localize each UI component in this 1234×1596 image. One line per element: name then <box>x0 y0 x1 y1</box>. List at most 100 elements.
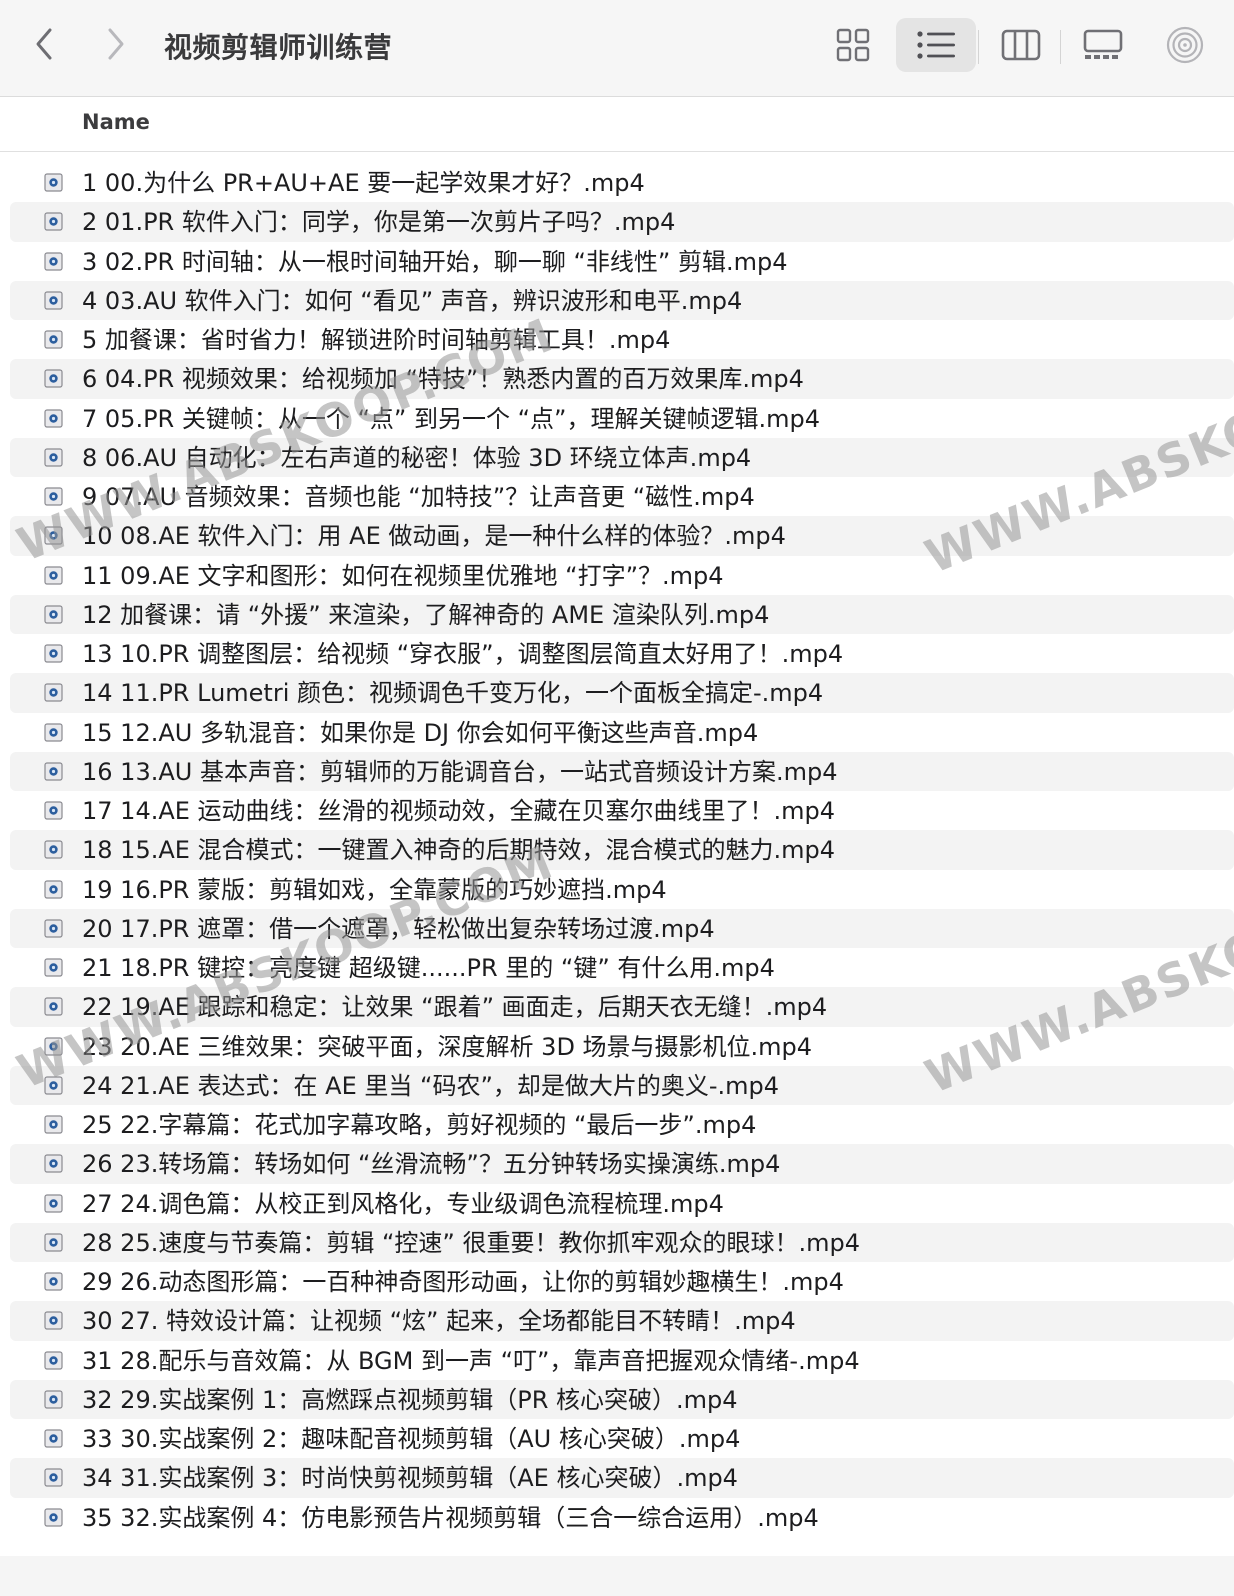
file-row[interactable]: 15 12.AU 多轨混音：如果你是 DJ 你会如何平衡这些声音.mp4 <box>10 713 1234 752</box>
file-row[interactable]: 26 23.转场篇：转场如何 “丝滑流畅”？五分钟转场实操演练.mp4 <box>10 1144 1234 1184</box>
file-row[interactable]: 18 15.AE 混合模式：一键置入神奇的后期特效，混合模式的魅力.mp4 <box>10 830 1234 870</box>
column-view-icon <box>1001 29 1041 61</box>
file-name: 34 31.实战案例 3：时尚快剪视频剪辑（AE 核心突破）.mp4 <box>82 1464 738 1493</box>
video-file-icon <box>44 1311 63 1330</box>
file-row[interactable]: 25 22.字幕篇：花式加字幕攻略，剪好视频的 “最后一步”.mp4 <box>10 1105 1234 1144</box>
file-row[interactable]: 34 31.实战案例 3：时尚快剪视频剪辑（AE 核心突破）.mp4 <box>10 1458 1234 1498</box>
file-row[interactable]: 14 11.PR Lumetri 颜色：视频调色千变万化，一个面板全搞定-.mp… <box>10 673 1234 713</box>
column-view-button[interactable] <box>986 18 1056 72</box>
file-row[interactable]: 32 29.实战案例 1：高燃踩点视频剪辑（PR 核心突破）.mp4 <box>10 1379 1234 1419</box>
file-row[interactable]: 9 07.AU 音频效果：音频也能 “加特技”？让声音更 “磁性.mp4 <box>10 477 1234 516</box>
file-name: 22 19.AE 跟踪和稳定：让效果 “跟着” 画面走，后期天衣无缝！.mp4 <box>82 993 828 1022</box>
video-file-icon <box>44 487 63 506</box>
video-file-icon <box>44 958 63 977</box>
file-name: 17 14.AE 运动曲线：丝滑的视频动效，全藏在贝塞尔曲线里了！.mp4 <box>82 797 836 825</box>
video-file-icon <box>44 408 63 428</box>
file-row[interactable]: 21 18.PR 键控：亮度键 超级键......PR 里的 “键” 有什么用.… <box>10 948 1234 987</box>
file-row[interactable]: 33 30.实战案例 2：趣味配音视频剪辑（AU 核心突破）.mp4 <box>10 1419 1234 1458</box>
file-name: 1 00.为什么 PR+AU+AE 要一起学效果才好？.mp4 <box>82 169 645 197</box>
video-file-icon <box>44 1036 63 1056</box>
file-row[interactable]: 17 14.AE 运动曲线：丝滑的视频动效，全藏在贝塞尔曲线里了！.mp4 <box>10 791 1234 830</box>
file-row[interactable]: 5 加餐课：省时省力！解锁进阶时间轴剪辑工具！.mp4 <box>10 320 1234 359</box>
video-file-icon <box>44 997 63 1016</box>
file-row[interactable]: 13 10.PR 调整图层：给视频 “穿衣服”，调整图层简直太好用了！.mp4 <box>10 634 1234 673</box>
file-row[interactable]: 28 25.速度与节奏篇：剪辑 “控速” 很重要！教你抓牢观众的眼球！.mp4 <box>10 1222 1234 1262</box>
toolbar-divider <box>978 30 979 64</box>
video-file-icon <box>44 919 63 938</box>
file-name: 21 18.PR 键控：亮度键 超级键......PR 里的 “键” 有什么用.… <box>82 954 775 982</box>
file-name: 26 23.转场篇：转场如何 “丝滑流畅”？五分钟转场实操演练.mp4 <box>82 1150 781 1179</box>
file-row[interactable]: 3 02.PR 时间轴：从一根时间轴开始，聊一聊 “非线性” 剪辑.mp4 <box>10 242 1234 281</box>
video-file-icon <box>44 722 63 742</box>
file-row[interactable]: 8 06.AU 自动化：左右声道的秘密！体验 3D 环绕立体声.mp4 <box>10 437 1234 477</box>
video-file-icon <box>44 1468 63 1487</box>
video-file-icon <box>44 330 63 349</box>
file-name: 18 15.AE 混合模式：一键置入神奇的后期特效，混合模式的魅力.mp4 <box>82 836 836 865</box>
file-name: 29 26.动态图形篇：一百种神奇图形动画，让你的剪辑妙趣横生！.mp4 <box>82 1268 844 1296</box>
grid-view-button[interactable] <box>822 18 884 72</box>
video-file-icon <box>44 1193 63 1213</box>
airdrop-button[interactable] <box>1152 18 1218 72</box>
video-file-icon <box>44 1076 63 1095</box>
file-row[interactable]: 35 32.实战案例 4：仿电影预告片视频剪辑（三合一综合运用）.mp4 <box>10 1498 1234 1537</box>
file-row[interactable]: 7 05.PR 关键帧：从一个 “点” 到另一个 “点”，理解关键帧逻辑.mp4 <box>10 399 1234 438</box>
file-row[interactable]: 4 03.AU 软件入门：如何 “看见” 声音，辨识波形和电平.mp4 <box>10 280 1234 320</box>
back-button[interactable] <box>24 22 64 66</box>
file-name: 27 24.调色篇：从校正到风格化，专业级调色流程梳理.mp4 <box>82 1189 724 1218</box>
file-name: 23 20.AE 三维效果：突破平面，深度解析 3D 场景与摄影机位.mp4 <box>82 1032 813 1061</box>
file-row[interactable]: 30 27. 特效设计篇：让视频 “炫” 起来，全场都能目不转睛！.mp4 <box>10 1301 1234 1341</box>
video-file-icon <box>44 683 63 702</box>
video-file-icon <box>44 605 63 624</box>
video-file-icon <box>44 526 63 545</box>
video-file-icon <box>44 251 63 271</box>
file-name: 15 12.AU 多轨混音：如果你是 DJ 你会如何平衡这些声音.mp4 <box>82 718 759 747</box>
airdrop-icon <box>1166 26 1204 64</box>
file-name: 25 22.字幕篇：花式加字幕攻略，剪好视频的 “最后一步”.mp4 <box>82 1111 757 1139</box>
file-row[interactable]: 31 28.配乐与音效篇：从 BGM 到一声 “叮”，靠声音把握观众情绪-.mp… <box>10 1341 1234 1380</box>
file-row[interactable]: 19 16.PR 蒙版：剪辑如戏，全靠蒙版的巧妙遮挡.mp4 <box>10 870 1234 909</box>
file-name: 3 02.PR 时间轴：从一根时间轴开始，聊一聊 “非线性” 剪辑.mp4 <box>82 247 788 276</box>
file-name: 9 07.AU 音频效果：音频也能 “加特技”？让声音更 “磁性.mp4 <box>82 483 755 511</box>
name-column-header[interactable]: Name <box>82 110 150 134</box>
file-name: 16 13.AU 基本声音：剪辑师的万能调音台，一站式音频设计方案.mp4 <box>82 757 838 786</box>
video-file-icon <box>44 1154 63 1173</box>
file-row[interactable]: 27 24.调色篇：从校正到风格化，专业级调色流程梳理.mp4 <box>10 1184 1234 1223</box>
video-file-icon <box>44 565 63 585</box>
file-name: 30 27. 特效设计篇：让视频 “炫” 起来，全场都能目不转睛！.mp4 <box>82 1307 796 1336</box>
video-file-icon <box>44 879 63 899</box>
video-file-icon <box>44 1272 63 1291</box>
forward-button[interactable] <box>96 22 136 66</box>
video-file-icon <box>44 801 63 820</box>
file-row[interactable]: 6 04.PR 视频效果：给视频加 “特技”！熟悉内置的百万效果库.mp4 <box>10 359 1234 399</box>
file-row[interactable]: 10 08.AE 软件入门：用 AE 做动画，是一种什么样的体验？.mp4 <box>10 516 1234 556</box>
file-row[interactable]: 16 13.AU 基本声音：剪辑师的万能调音台，一站式音频设计方案.mp4 <box>10 751 1234 791</box>
status-bar <box>0 1556 1234 1596</box>
gallery-view-button[interactable] <box>1068 18 1138 72</box>
video-file-icon <box>44 840 63 859</box>
file-name: 6 04.PR 视频效果：给视频加 “特技”！熟悉内置的百万效果库.mp4 <box>82 365 804 394</box>
video-file-icon <box>44 1350 63 1370</box>
file-name: 10 08.AE 软件入门：用 AE 做动画，是一种什么样的体验？.mp4 <box>82 522 786 551</box>
file-name: 13 10.PR 调整图层：给视频 “穿衣服”，调整图层简直太好用了！.mp4 <box>82 640 844 668</box>
file-row[interactable]: 24 21.AE 表达式：在 AE 里当 “码农”，却是做大片的奥义-.mp4 <box>10 1065 1234 1105</box>
file-row[interactable]: 29 26.动态图形篇：一百种神奇图形动画，让你的剪辑妙趣横生！.mp4 <box>10 1262 1234 1301</box>
file-row[interactable]: 11 09.AE 文字和图形：如何在视频里优雅地 “打字”？.mp4 <box>10 556 1234 595</box>
file-row[interactable]: 1 00.为什么 PR+AU+AE 要一起学效果才好？.mp4 <box>10 163 1234 202</box>
file-name: 20 17.PR 遮罩：借一个遮罩，轻松做出复杂转场过渡.mp4 <box>82 914 715 943</box>
file-name: 28 25.速度与节奏篇：剪辑 “控速” 很重要！教你抓牢观众的眼球！.mp4 <box>82 1228 860 1257</box>
file-row[interactable]: 12 加餐课：请 “外援” 来渲染，了解神奇的 AME 渲染队列.mp4 <box>10 594 1234 634</box>
file-name: 32 29.实战案例 1：高燃踩点视频剪辑（PR 核心突破）.mp4 <box>82 1385 738 1414</box>
file-row[interactable]: 22 19.AE 跟踪和稳定：让效果 “跟着” 画面走，后期天衣无缝！.mp4 <box>10 987 1234 1027</box>
column-header: Name <box>0 98 1234 152</box>
list-view-button[interactable] <box>896 18 976 72</box>
file-name: 33 30.实战案例 2：趣味配音视频剪辑（AU 核心突破）.mp4 <box>82 1425 741 1453</box>
file-row[interactable]: 20 17.PR 遮罩：借一个遮罩，轻松做出复杂转场过渡.mp4 <box>10 908 1234 948</box>
file-row[interactable]: 2 01.PR 软件入门：同学，你是第一次剪片子吗？.mp4 <box>10 202 1234 242</box>
window-title: 视频剪辑师训练营 <box>164 31 393 64</box>
video-file-icon <box>44 1507 63 1527</box>
file-name: 5 加餐课：省时省力！解锁进阶时间轴剪辑工具！.mp4 <box>82 326 671 354</box>
file-row[interactable]: 23 20.AE 三维效果：突破平面，深度解析 3D 场景与摄影机位.mp4 <box>10 1027 1234 1066</box>
file-name: 12 加餐课：请 “外援” 来渲染，了解神奇的 AME 渲染队列.mp4 <box>82 600 770 629</box>
toolbar-divider <box>1060 30 1061 64</box>
video-file-icon <box>44 1390 63 1409</box>
